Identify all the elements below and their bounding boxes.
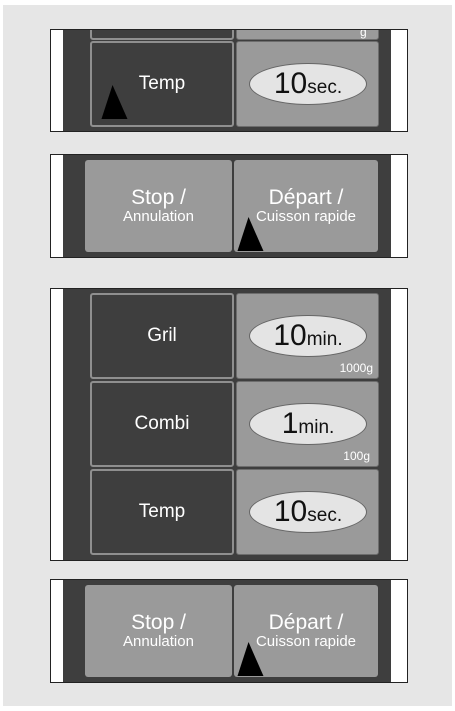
temp-value-oval: 10 sec. — [249, 63, 367, 105]
cancel-label: Annulation — [123, 208, 194, 226]
grill-display: 10 min. 1000g — [236, 293, 379, 379]
temp-value: 10 — [273, 495, 308, 528]
grill-unit: min. — [306, 329, 343, 350]
combi-button[interactable]: Combi — [90, 381, 234, 467]
start-label: Départ / — [268, 611, 344, 635]
control-panel-temp-closeup: g Temp 10 sec. — [50, 29, 408, 132]
weight-label-fragment: g — [360, 29, 367, 39]
grill-value-oval: 10 min. — [249, 315, 367, 357]
combi-unit: min. — [298, 417, 335, 438]
start-label: Départ / — [268, 186, 344, 210]
weight-row-left-cell — [90, 30, 234, 40]
temp-display: 10 sec. — [236, 469, 379, 555]
stop-start-panel-2: Stop / Annulation Départ / Cuisson rapid… — [50, 579, 408, 683]
stop-cancel-button[interactable]: Stop / Annulation — [85, 160, 232, 252]
temp-value: 10 — [273, 67, 308, 100]
weight-row-right-cell — [236, 30, 379, 40]
grill-weight: 1000g — [339, 361, 373, 375]
stop-cancel-button[interactable]: Stop / Annulation — [85, 585, 232, 677]
grill-value: 10 — [273, 319, 307, 352]
temp-value-oval: 10 sec. — [249, 491, 367, 533]
combi-value-oval: 1 min. — [249, 403, 367, 445]
cancel-label: Annulation — [123, 633, 194, 651]
temp-label: Temp — [138, 73, 186, 94]
temp-button[interactable]: Temp — [90, 469, 234, 555]
grill-button[interactable]: Gril — [90, 293, 234, 379]
temp-unit: sec. — [307, 77, 343, 98]
combi-weight: 100g — [343, 449, 370, 463]
combi-value: 1 — [281, 407, 299, 440]
grill-label: Gril — [147, 325, 177, 346]
combi-display: 1 min. 100g — [236, 381, 379, 467]
stop-label: Stop / — [131, 611, 186, 635]
temp-display: 10 sec. — [236, 41, 379, 127]
stop-label: Stop / — [131, 186, 186, 210]
temp-label: Temp — [138, 501, 186, 522]
control-panel-modes: Gril 10 min. 1000g Combi 1 min. 100g Temp … — [50, 288, 408, 561]
temp-unit: sec. — [307, 505, 343, 526]
stop-start-panel-1: Stop / Annulation Départ / Cuisson rapid… — [50, 154, 408, 258]
combi-label: Combi — [134, 413, 190, 434]
